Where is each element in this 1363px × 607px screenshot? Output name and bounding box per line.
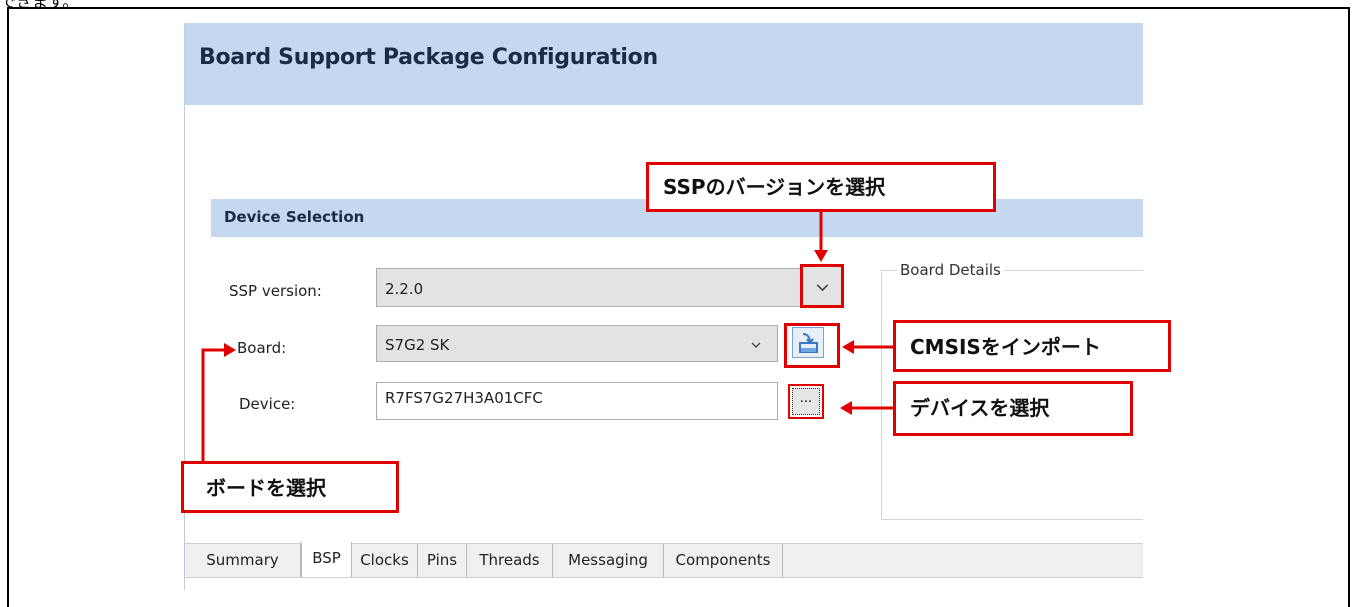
arrow-select-board — [201, 348, 226, 461]
arrowhead — [840, 401, 852, 415]
arrowhead — [842, 340, 854, 354]
arrowhead — [224, 343, 236, 357]
arrowhead — [814, 250, 828, 262]
annotation-arrows — [201, 212, 893, 461]
